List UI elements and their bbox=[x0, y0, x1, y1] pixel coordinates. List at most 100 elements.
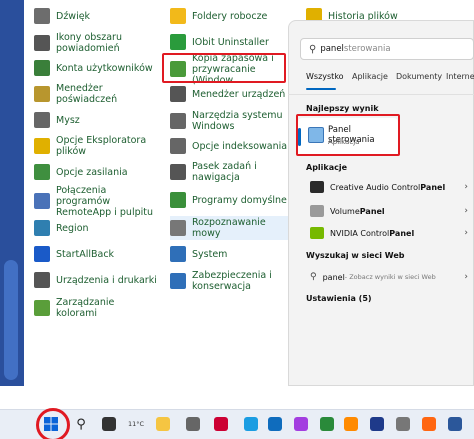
app-icon[interactable] bbox=[318, 415, 336, 433]
firefox-icon[interactable] bbox=[420, 415, 438, 433]
cp-item-label: Opcje indeksowania bbox=[192, 140, 288, 152]
weather-icon[interactable]: 11°C bbox=[124, 415, 148, 433]
remoteapp-icon bbox=[34, 193, 50, 209]
cp-item[interactable]: Ikony obszaru powiadomień bbox=[34, 30, 158, 56]
cp-item[interactable]: Mysz bbox=[34, 108, 158, 132]
chevron-right-icon: › bbox=[464, 206, 468, 216]
chevron-right-icon: › bbox=[464, 228, 468, 238]
cp-item[interactable]: Połączenia programów RemoteApp i pulpitu bbox=[34, 185, 158, 218]
cp-item-label: Połączenia programów RemoteApp i pulpitu bbox=[56, 184, 153, 218]
cp-item-label: Programy domyślne bbox=[192, 194, 287, 206]
users-icon bbox=[34, 60, 50, 76]
cp-item[interactable]: Urządzenia i drukarki bbox=[34, 268, 158, 292]
app-icon[interactable] bbox=[342, 415, 360, 433]
divider bbox=[288, 94, 474, 95]
cp-item-label: IObit Uninstaller bbox=[192, 36, 269, 48]
cp-item[interactable]: Foldery robocze bbox=[170, 4, 288, 28]
messenger-icon[interactable] bbox=[292, 415, 310, 433]
chevron-right-icon: › bbox=[464, 182, 468, 192]
cp-item-label: Dźwięk bbox=[56, 10, 91, 22]
cp-item-label: Foldery robocze bbox=[192, 10, 268, 22]
cp-item[interactable]: Zabezpieczenia i konserwacja bbox=[170, 268, 288, 294]
file-explorer-icon[interactable] bbox=[154, 415, 172, 433]
search-input[interactable]: ⚲ panel sterowania bbox=[300, 38, 474, 60]
app-icon bbox=[310, 205, 324, 217]
app-icon[interactable] bbox=[368, 415, 386, 433]
app-result-item[interactable]: NVIDIA Control Panel › bbox=[298, 224, 474, 242]
cp-item-label: Urządzenia i drukarki bbox=[56, 274, 157, 286]
tab-apps[interactable]: Aplikacje bbox=[352, 72, 388, 81]
iobit-icon bbox=[170, 34, 186, 50]
word-icon[interactable] bbox=[446, 415, 464, 433]
weather-temp: 11°C bbox=[127, 420, 145, 428]
apps-header: Aplikacje bbox=[306, 163, 348, 172]
app-name: NVIDIA Control bbox=[330, 228, 390, 238]
folder-options-icon bbox=[34, 138, 50, 154]
cp-item[interactable]: Rozpoznawanie mowy bbox=[170, 216, 288, 240]
highlight-box-backup bbox=[162, 53, 286, 83]
search-suggestion-text: sterowania bbox=[343, 44, 391, 54]
cp-item[interactable]: Konta użytkowników bbox=[34, 56, 158, 80]
web-search-header: Wyszukaj w sieci Web bbox=[306, 251, 405, 260]
cp-item[interactable]: Menedżer poświadczeń bbox=[34, 82, 158, 106]
cp-item-label: Mysz bbox=[56, 114, 80, 126]
task-view-icon[interactable] bbox=[100, 415, 118, 433]
cp-item[interactable]: Region bbox=[34, 216, 158, 240]
cp-item[interactable]: IObit Uninstaller bbox=[170, 30, 288, 54]
cp-item-label: StartAllBack bbox=[56, 248, 115, 260]
app-icon[interactable] bbox=[394, 415, 412, 433]
search-icon: ⚲ bbox=[310, 272, 317, 282]
cp-item[interactable]: Opcje Eksploratora plików bbox=[34, 134, 158, 158]
startallback-icon bbox=[34, 246, 50, 262]
app-result-item[interactable]: Volume Panel › bbox=[298, 202, 474, 220]
cp-item-label: Zarządzanie kolorami bbox=[56, 297, 115, 319]
cp-item[interactable]: System bbox=[170, 242, 288, 266]
cp-item[interactable]: Opcje indeksowania bbox=[170, 134, 288, 158]
indexing-icon bbox=[170, 138, 186, 154]
cp-item[interactable]: Opcje zasilania bbox=[34, 160, 158, 184]
cp-item-label: Konta użytkowników bbox=[56, 62, 153, 74]
cp-item-label: System bbox=[192, 248, 228, 260]
cp-item[interactable]: Zarządzanie kolorami bbox=[34, 296, 158, 320]
windows-tools-icon bbox=[170, 113, 186, 129]
power-icon bbox=[34, 164, 50, 180]
cp-item[interactable]: StartAllBack bbox=[34, 242, 158, 266]
cp-item[interactable]: Narzędzia systemu Windows bbox=[170, 108, 288, 134]
web-search-item[interactable]: ⚲ panel - Zobacz wyniki w sieci Web › bbox=[298, 268, 474, 286]
device-manager-icon bbox=[170, 86, 186, 102]
taskbar-icon bbox=[170, 164, 186, 180]
active-tab-indicator bbox=[306, 88, 336, 90]
edge-icon[interactable] bbox=[242, 415, 260, 433]
app-name-match: Panel bbox=[359, 206, 385, 216]
cp-item[interactable]: Programy domyślne bbox=[170, 188, 288, 212]
globe-icon bbox=[34, 220, 50, 236]
cp-item-label: Rozpoznawanie mowy bbox=[192, 217, 266, 239]
store-icon[interactable] bbox=[266, 415, 284, 433]
search-typed-text: panel bbox=[320, 44, 344, 54]
settings-header: Ustawienia (5) bbox=[306, 294, 372, 303]
security-flag-icon bbox=[170, 273, 186, 289]
printer-icon bbox=[34, 272, 50, 288]
app-icon[interactable] bbox=[212, 415, 230, 433]
highlight-box-best-match bbox=[296, 114, 400, 156]
search-icon[interactable]: ⚲ bbox=[72, 415, 90, 433]
tab-all[interactable]: Wszystko bbox=[306, 72, 344, 81]
app-icon[interactable] bbox=[184, 415, 202, 433]
cp-item-label: Pasek zadań i nawigacja bbox=[192, 161, 257, 183]
chevron-right-icon: › bbox=[464, 272, 468, 282]
app-result-item[interactable]: Creative Audio Control Panel › bbox=[298, 178, 474, 196]
tab-internet[interactable]: Internet bbox=[446, 72, 474, 81]
cp-item[interactable]: Dźwięk bbox=[34, 4, 158, 28]
work-folders-icon bbox=[170, 8, 186, 24]
system-icon bbox=[170, 246, 186, 262]
credentials-icon bbox=[34, 86, 50, 102]
app-icon bbox=[310, 227, 324, 239]
cp-item-label: Zabezpieczenia i konserwacja bbox=[192, 270, 272, 292]
cp-item[interactable]: Pasek zadań i nawigacja bbox=[170, 160, 288, 184]
tab-documents[interactable]: Dokumenty bbox=[396, 72, 442, 81]
web-hint: - Zobacz wyniki w sieci Web bbox=[344, 273, 436, 281]
speaker-icon bbox=[34, 8, 50, 24]
cp-item-label: Opcje Eksploratora plików bbox=[56, 135, 147, 157]
cp-item-label: Opcje zasilania bbox=[56, 166, 128, 178]
cp-item[interactable]: Menedżer urządzeń bbox=[170, 82, 288, 106]
